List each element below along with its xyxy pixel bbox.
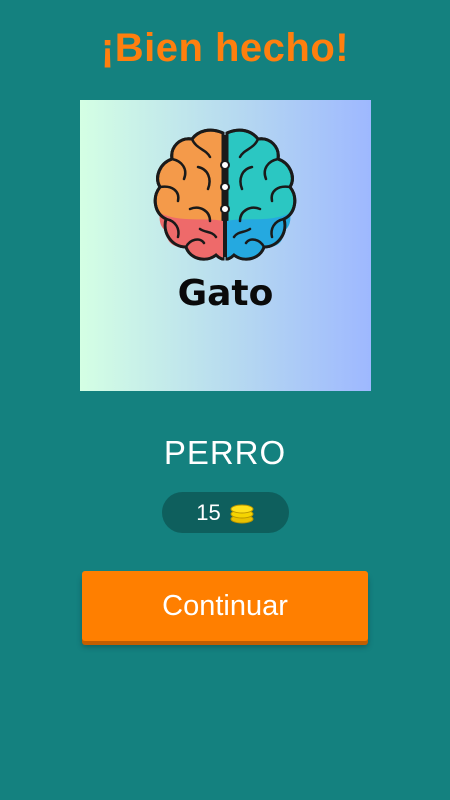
question-image-card: Gato (80, 100, 371, 391)
card-word: Gato (177, 273, 274, 314)
continue-button[interactable]: Continuar (82, 571, 368, 641)
brain-icon (153, 128, 297, 261)
answer-text: PERRO (163, 434, 287, 471)
coin-reward-badge: 15 (162, 492, 289, 533)
page-title: ¡Bien hecho! (100, 26, 350, 70)
coins-icon (230, 504, 254, 523)
coin-count: 15 (196, 499, 221, 525)
